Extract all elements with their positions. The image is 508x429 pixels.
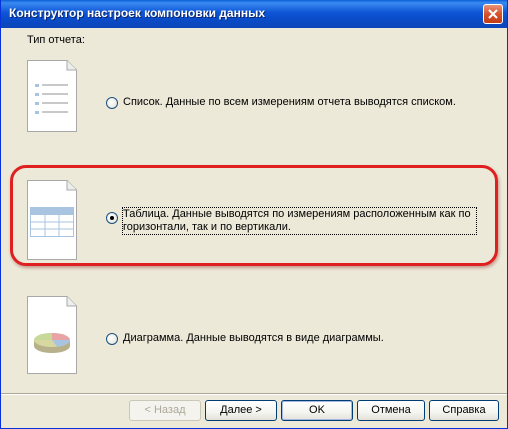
back-button[interactable]: < Назад — [129, 400, 201, 421]
option-chart[interactable]: Диаграмма. Данные выводятся в виде диагр… — [106, 332, 384, 345]
window-title: Конструктор настроек компоновки данных — [9, 6, 266, 20]
close-icon — [488, 9, 498, 19]
table-document-icon — [27, 180, 77, 260]
ok-button[interactable]: OK — [281, 400, 353, 421]
help-button[interactable]: Справка — [429, 400, 499, 421]
report-type-label: Тип отчета: — [27, 34, 85, 46]
option-list[interactable]: Список. Данные по всем измерениям отчета… — [106, 96, 456, 109]
table-option-label: Таблица. Данные выводятся по измерениям … — [122, 207, 477, 235]
title-bar[interactable]: Конструктор настроек компоновки данных — [1, 0, 507, 28]
button-separator — [1, 393, 507, 395]
option-table[interactable]: Таблица. Данные выводятся по измерениям … — [106, 207, 477, 235]
chart-option-label: Диаграмма. Данные выводятся в виде диагр… — [123, 332, 384, 344]
chart-radio[interactable] — [106, 333, 118, 345]
cancel-button[interactable]: Отмена — [357, 400, 425, 421]
close-button[interactable] — [483, 4, 503, 24]
dialog-window: Конструктор настроек компоновки данных Т… — [0, 0, 508, 429]
table-radio[interactable] — [106, 212, 118, 224]
list-option-label: Список. Данные по всем измерениям отчета… — [123, 96, 456, 108]
list-radio[interactable] — [106, 97, 118, 109]
list-document-icon — [27, 60, 77, 132]
pie-chart-document-icon — [27, 296, 77, 374]
next-button[interactable]: Далее > — [205, 400, 277, 421]
